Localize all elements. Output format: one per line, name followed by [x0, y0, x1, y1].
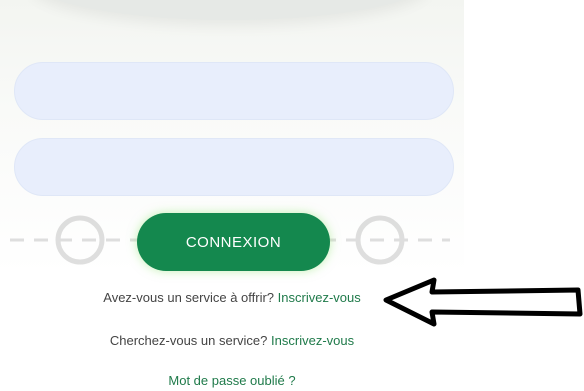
username-field[interactable] — [14, 62, 454, 120]
login-card: CONNEXION — [0, 0, 464, 275]
connexion-button[interactable]: CONNEXION — [137, 213, 330, 271]
offer-service-question: Avez-vous un service à offrir? — [103, 290, 275, 305]
offer-register-link[interactable]: Inscrivez-vous — [278, 290, 361, 305]
login-screen: CONNEXION Avez-vous un service à offrir?… — [0, 0, 584, 391]
password-field[interactable] — [14, 138, 454, 196]
search-service-question: Cherchez-vous un service? — [109, 333, 268, 348]
search-register-link[interactable]: Inscrivez-vous — [271, 333, 354, 348]
left-arrow-icon — [383, 277, 583, 327]
search-service-line: Cherchez-vous un service? Inscrivez-vous — [0, 333, 464, 348]
header-arc — [30, 0, 430, 20]
forgot-password-link[interactable]: Mot de passe oublié ? — [168, 373, 295, 388]
forgot-password-line: Mot de passe oublié ? — [0, 373, 464, 388]
